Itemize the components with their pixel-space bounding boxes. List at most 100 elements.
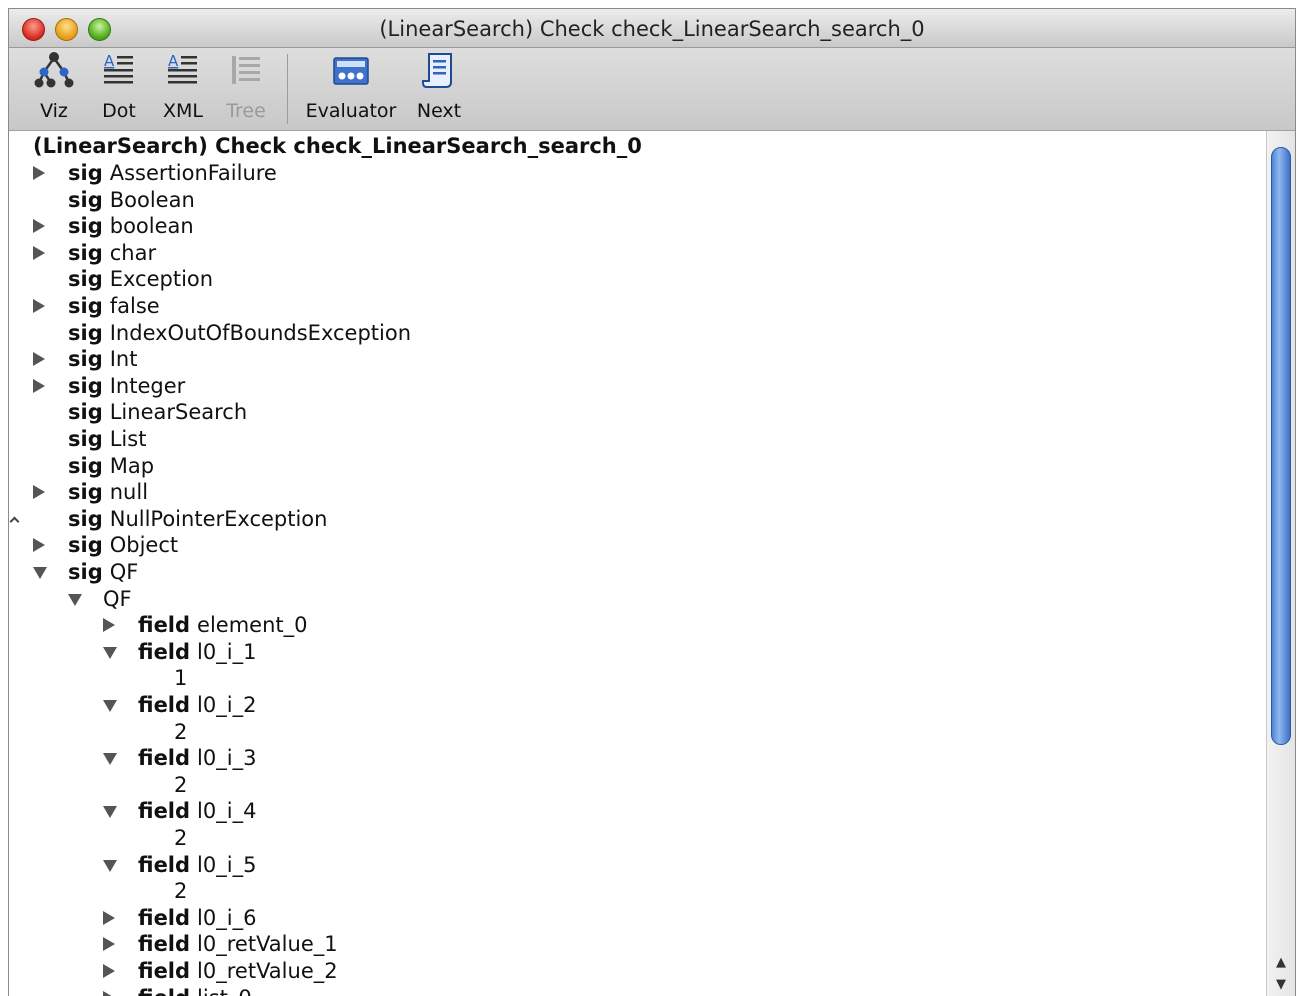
- tree-sig-node[interactable]: sig char: [68, 240, 156, 266]
- node-name: Map: [109, 453, 155, 478]
- collapsed-triangle-icon[interactable]: [103, 990, 115, 996]
- tree-sig-node[interactable]: sig NullPointerException: [68, 506, 327, 532]
- node-name: 1: [174, 666, 188, 691]
- node-name: 2: [174, 826, 188, 850]
- collapsed-triangle-icon[interactable]: [33, 166, 45, 180]
- toolbar-separator: [287, 54, 288, 124]
- text-document-icon: A: [104, 52, 133, 84]
- expanded-triangle-icon[interactable]: [103, 806, 117, 819]
- dot-button[interactable]: A Dot: [96, 50, 142, 122]
- tree-sig-node[interactable]: sig boolean: [68, 213, 194, 239]
- sig-keyword: sig: [68, 533, 103, 558]
- expanded-triangle-icon[interactable]: [33, 567, 47, 579]
- tree-field-node[interactable]: field l0_i_6: [138, 905, 256, 931]
- tree-field-node[interactable]: field l0_i_2: [138, 692, 256, 718]
- tree-value-node[interactable]: QF: [103, 586, 132, 612]
- expanded-triangle-icon[interactable]: [103, 700, 117, 712]
- viz-button[interactable]: Viz: [31, 50, 77, 122]
- tree-value-node[interactable]: 2: [174, 878, 187, 904]
- scroll-document-icon: [422, 53, 452, 88]
- tree-sig-node[interactable]: sig AssertionFailure: [68, 160, 277, 186]
- tree-field-node[interactable]: field l0_retValue_1: [138, 931, 338, 957]
- tree-field-node[interactable]: field l0_i_1: [138, 639, 256, 665]
- collapsed-triangle-icon[interactable]: [33, 352, 45, 367]
- tree-sig-node[interactable]: sig LinearSearch: [68, 399, 247, 425]
- collapsed-triangle-icon[interactable]: [33, 299, 45, 313]
- xml-label: XML: [163, 100, 203, 122]
- expanded-triangle-icon[interactable]: [68, 593, 82, 606]
- node-name: IndexOutOfBoundsException: [109, 320, 412, 345]
- sig-keyword: sig: [68, 373, 103, 398]
- tree-field-node[interactable]: field l0_i_4: [138, 798, 256, 824]
- node-name: element_0: [197, 613, 308, 638]
- tree-sig-node[interactable]: sig Object: [68, 532, 178, 558]
- tree-sig-node[interactable]: sig null: [68, 479, 148, 505]
- vertical-scrollbar[interactable]: ▲ ▼: [1266, 131, 1295, 996]
- collapsed-triangle-icon[interactable]: [103, 964, 115, 978]
- node-name: l0_i_6: [197, 905, 257, 930]
- field-keyword: field: [138, 932, 191, 957]
- field-keyword: field: [138, 986, 190, 996]
- node-name: Int: [109, 347, 138, 372]
- tree-sig-node[interactable]: sig false: [68, 293, 160, 319]
- field-keyword: field: [138, 852, 191, 877]
- tree-sig-node[interactable]: sig QF: [68, 559, 138, 585]
- tree-list-icon: [232, 56, 260, 84]
- tree-sig-node[interactable]: sig IndexOutOfBoundsException: [68, 320, 411, 346]
- tree-field-node[interactable]: field l0_i_5: [138, 852, 256, 878]
- node-name: false: [109, 294, 160, 318]
- sig-keyword: sig: [68, 347, 103, 372]
- expanded-triangle-icon[interactable]: [103, 859, 117, 872]
- tree-field-node[interactable]: field element_0: [138, 612, 308, 638]
- scroll-up-arrow-icon[interactable]: ▲: [1267, 952, 1295, 974]
- tree-root: (LinearSearch) Check check_LinearSearch_…: [33, 134, 642, 158]
- tree-value-node[interactable]: 2: [174, 825, 187, 851]
- collapsed-triangle-icon[interactable]: [103, 937, 115, 952]
- collapsed-triangle-icon[interactable]: [33, 538, 45, 553]
- collapsed-triangle-icon[interactable]: [33, 378, 45, 393]
- collapsed-triangle-icon[interactable]: [103, 618, 115, 633]
- sig-keyword: sig: [68, 240, 103, 265]
- tree-field-node[interactable]: field list_0: [138, 985, 252, 996]
- node-name: null: [109, 480, 149, 505]
- viz-label: Viz: [40, 100, 68, 122]
- tree-value-node[interactable]: 2: [174, 772, 187, 798]
- calculator-icon: [333, 57, 369, 85]
- tree-sig-node[interactable]: sig Int: [68, 346, 137, 372]
- tree-field-node[interactable]: field l0_i_3: [138, 745, 256, 771]
- collapsed-triangle-icon[interactable]: [103, 910, 115, 925]
- evaluator-button[interactable]: Evaluator: [303, 50, 399, 122]
- field-keyword: field: [138, 693, 191, 717]
- expanded-triangle-icon[interactable]: [103, 753, 117, 766]
- collapsed-triangle-icon[interactable]: [33, 245, 45, 260]
- tree-field-node[interactable]: field l0_retValue_2: [138, 958, 338, 984]
- field-keyword: field: [138, 799, 191, 824]
- tree-value-node[interactable]: 1: [174, 665, 187, 691]
- expanded-triangle-icon[interactable]: [103, 646, 117, 659]
- scrollbar-thumb[interactable]: [1271, 147, 1291, 745]
- xml-button[interactable]: A XML: [160, 50, 206, 122]
- node-name: List: [109, 427, 147, 451]
- tree-sig-node[interactable]: sig Map: [68, 453, 154, 479]
- tree-button[interactable]: Tree: [221, 50, 271, 122]
- title-bar[interactable]: (LinearSearch) Check check_LinearSearch_…: [9, 9, 1295, 48]
- graph-icon: [34, 52, 74, 88]
- instance-tree[interactable]: (LinearSearch) Check check_LinearSearch_…: [9, 131, 1267, 996]
- collapsed-triangle-icon[interactable]: [33, 219, 45, 234]
- tree-sig-node[interactable]: sig Exception: [68, 266, 213, 292]
- sig-keyword: sig: [68, 161, 103, 185]
- tree-sig-node[interactable]: sig List: [68, 426, 146, 452]
- tree-sig-node[interactable]: sig Boolean: [68, 187, 195, 213]
- sig-keyword: sig: [68, 427, 103, 451]
- node-name: char: [109, 240, 157, 265]
- node-name: QF: [109, 560, 139, 584]
- collapsed-triangle-icon[interactable]: [33, 485, 45, 500]
- tree-sig-node[interactable]: sig Integer: [68, 373, 185, 399]
- tree-value-node[interactable]: 2: [174, 719, 187, 745]
- sig-keyword: sig: [68, 294, 103, 318]
- toolbar: Viz A Dot A XML Tree Evaluator Next: [9, 48, 1295, 131]
- node-name: list_0: [197, 986, 252, 996]
- field-keyword: field: [138, 639, 191, 664]
- scroll-down-arrow-icon[interactable]: ▼: [1267, 974, 1295, 996]
- next-button[interactable]: Next: [413, 50, 465, 122]
